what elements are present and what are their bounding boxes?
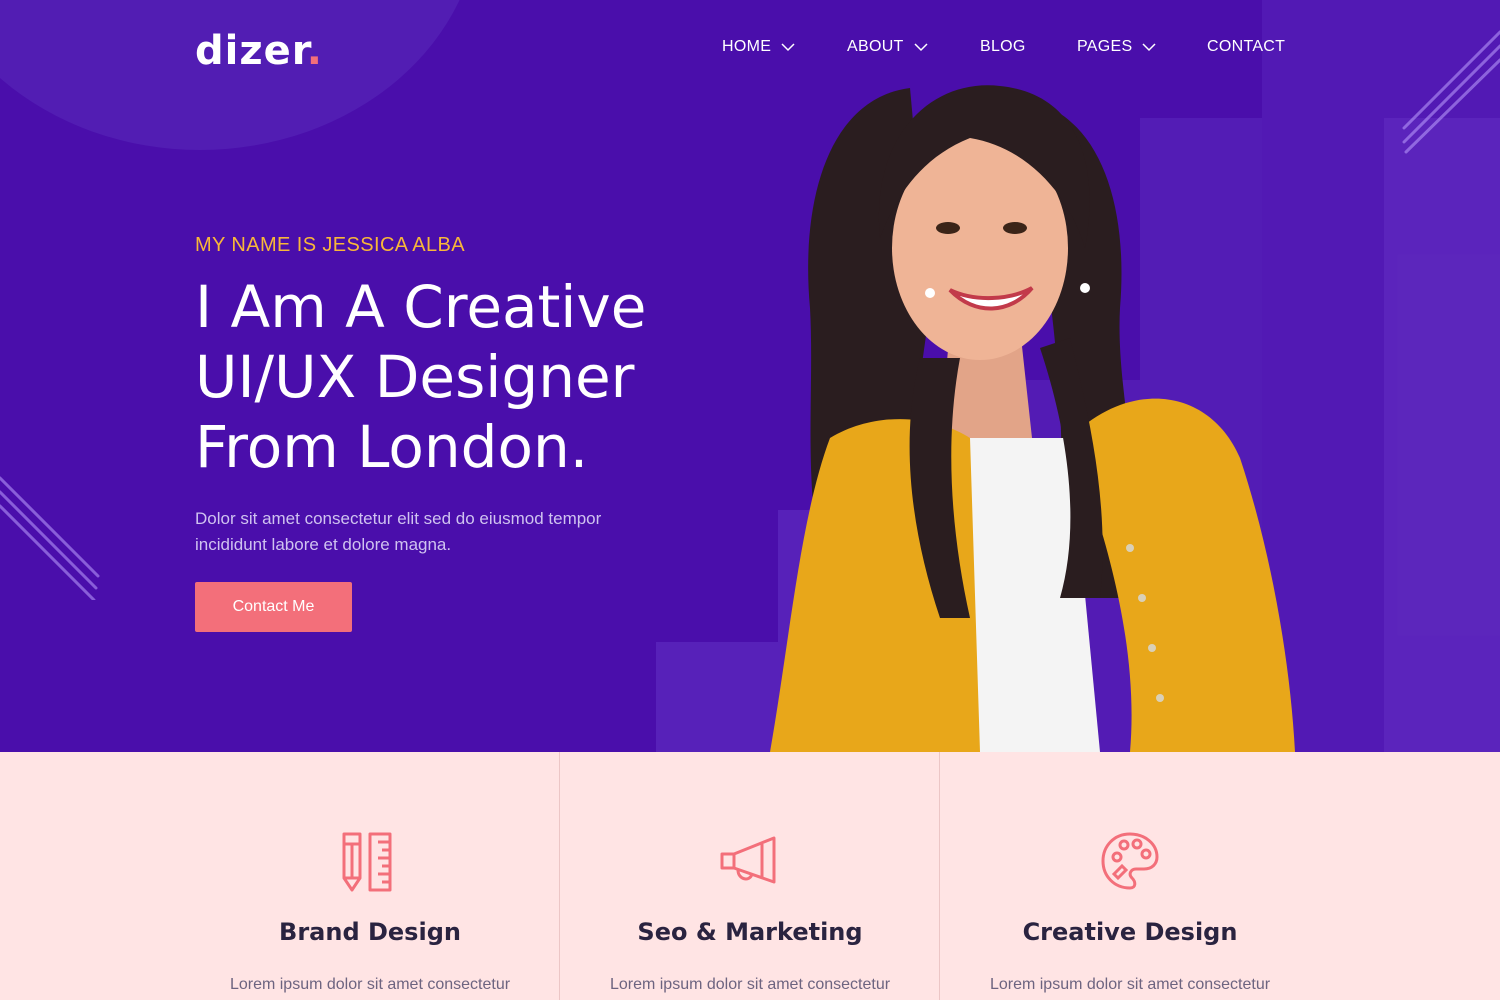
decorative-lines-right: [1402, 30, 1500, 154]
hero-section: dizer. HOME ABOUT BLOG PAGES CONTACT MY …: [0, 0, 1500, 752]
hero-lead: Dolor sit amet consectetur elit sed do e…: [195, 509, 602, 554]
service-text: Lorem ipsum dolor sit amet consectetur: [229, 976, 511, 993]
service-card-creative-design: Creative Design Lorem ipsum dolor sit am…: [940, 752, 1320, 1000]
nav-item-home[interactable]: HOME: [722, 38, 795, 56]
service-text: Lorem ipsum dolor sit amet consectetur: [989, 976, 1271, 993]
chevron-down-icon: [781, 42, 795, 51]
main-nav: HOME ABOUT BLOG PAGES CONTACT: [722, 38, 1285, 62]
decorative-block: [656, 642, 778, 752]
nav-item-label: ABOUT: [847, 38, 904, 55]
brand-logo[interactable]: dizer.: [195, 28, 323, 74]
nav-item-label: BLOG: [980, 38, 1026, 55]
pencil-ruler-icon: [342, 832, 392, 892]
headline-line: From London.: [195, 413, 589, 481]
palette-icon: [1101, 832, 1159, 890]
nav-item-about[interactable]: ABOUT: [847, 38, 928, 56]
nav-item-label: PAGES: [1077, 38, 1133, 55]
hero-headline: I Am A Creative UI/UX Designer From Lond…: [195, 272, 755, 482]
chevron-down-icon: [1142, 42, 1156, 51]
headline-line: I Am A Creative: [195, 273, 647, 341]
contact-me-button[interactable]: Contact Me: [195, 582, 352, 632]
hero-eyebrow: MY NAME IS JESSICA ALBA: [195, 234, 466, 256]
nav-item-blog[interactable]: BLOG: [980, 38, 1026, 56]
service-title: Seo & Marketing: [637, 918, 863, 946]
nav-item-label: HOME: [722, 38, 772, 55]
nav-item-contact[interactable]: CONTACT: [1207, 38, 1285, 56]
service-text: Lorem ipsum dolor sit amet consectetur: [609, 976, 891, 993]
decorative-block: [1384, 118, 1500, 752]
decorative-lines-left: [0, 476, 100, 600]
portrait-image: [770, 85, 1295, 752]
brand-dot: .: [306, 28, 323, 74]
service-title: Creative Design: [1022, 918, 1238, 946]
nav-item-pages[interactable]: PAGES: [1077, 38, 1156, 56]
services-section: Brand Design Lorem ipsum dolor sit amet …: [0, 752, 1500, 1000]
nav-item-label: CONTACT: [1207, 38, 1286, 55]
headline-line: UI/UX Designer: [195, 343, 635, 411]
megaphone-icon: [720, 836, 776, 884]
chevron-down-icon: [914, 42, 928, 51]
decorative-circle: [0, 0, 480, 150]
brand-name: dizer: [195, 28, 307, 74]
service-title: Brand Design: [279, 918, 461, 946]
service-card-seo-marketing: Seo & Marketing Lorem ipsum dolor sit am…: [560, 752, 940, 1000]
service-card-brand-design: Brand Design Lorem ipsum dolor sit amet …: [180, 752, 560, 1000]
